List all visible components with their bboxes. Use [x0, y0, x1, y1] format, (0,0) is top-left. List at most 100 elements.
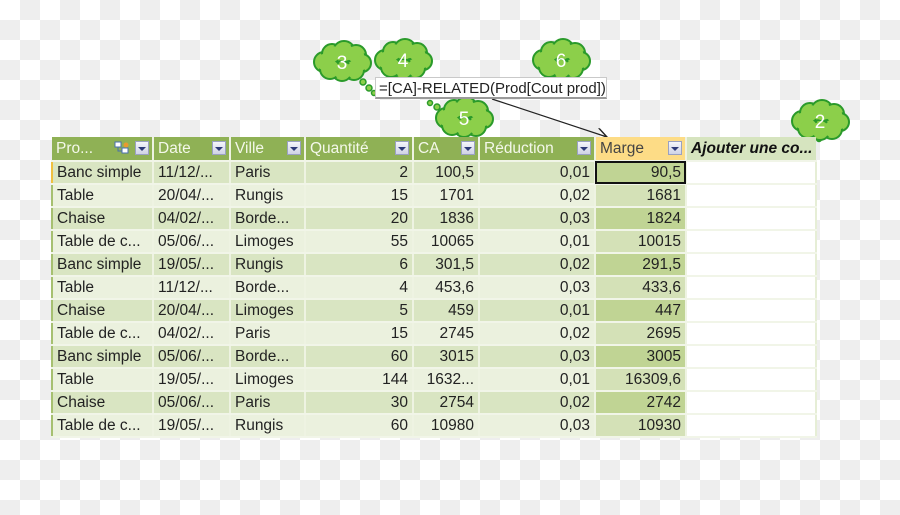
cell-marge[interactable]: 3005 [595, 345, 687, 369]
cell-ville[interactable]: Rungis [230, 184, 306, 208]
cell-ca[interactable]: 459 [413, 299, 480, 323]
cell-date[interactable]: 19/05/... [153, 253, 231, 277]
cell-new-column[interactable] [686, 391, 818, 415]
cell-ca[interactable]: 1632... [413, 368, 480, 392]
cell-reduction[interactable]: 0,01 [479, 230, 596, 254]
cell-reduction[interactable]: 0,03 [479, 414, 596, 438]
cell-date[interactable]: 19/05/... [153, 368, 231, 392]
cell-marge[interactable]: 2695 [595, 322, 687, 346]
cell-new-column[interactable] [686, 207, 818, 231]
add-column-header[interactable]: Ajouter une co... [686, 137, 817, 162]
cell-quantite[interactable]: 15 [305, 322, 414, 346]
cell-ville[interactable]: Borde... [230, 276, 306, 300]
cell-reduction[interactable]: 0,02 [479, 184, 596, 208]
cell-ville[interactable]: Rungis [230, 414, 306, 438]
cell-produit[interactable]: Banc simple [51, 253, 154, 277]
filter-dropdown-icon[interactable] [577, 141, 591, 155]
cell-ville[interactable]: Paris [230, 391, 306, 415]
cell-date[interactable]: 20/04/... [153, 184, 231, 208]
cell-date[interactable]: 04/02/... [153, 207, 231, 231]
cell-produit[interactable]: Table de c... [51, 230, 154, 254]
cell-produit[interactable]: Chaise [51, 207, 154, 231]
cell-new-column[interactable] [686, 161, 818, 185]
cell-produit[interactable]: Table de c... [51, 414, 154, 438]
cell-date[interactable]: 04/02/... [153, 322, 231, 346]
cell-ca[interactable]: 1701 [413, 184, 480, 208]
cell-produit[interactable]: Banc simple [51, 161, 154, 185]
cell-produit[interactable]: Table de c... [51, 322, 154, 346]
cell-quantite[interactable]: 60 [305, 345, 414, 369]
cell-ca[interactable]: 100,5 [413, 161, 480, 185]
column-header-produit[interactable]: Pro... [52, 137, 154, 162]
cell-ca[interactable]: 301,5 [413, 253, 480, 277]
column-header-marge[interactable]: Marge [595, 137, 687, 162]
cell-date[interactable]: 05/06/... [153, 391, 231, 415]
cell-ville[interactable]: Borde... [230, 345, 306, 369]
cell-ville[interactable]: Limoges [230, 299, 306, 323]
cell-reduction[interactable]: 0,03 [479, 207, 596, 231]
cell-reduction[interactable]: 0,02 [479, 391, 596, 415]
filter-dropdown-icon[interactable] [287, 141, 301, 155]
cell-ville[interactable]: Paris [230, 161, 306, 185]
cell-marge[interactable]: 447 [595, 299, 687, 323]
cell-reduction[interactable]: 0,01 [479, 161, 596, 185]
cell-new-column[interactable] [686, 322, 818, 346]
cell-reduction[interactable]: 0,01 [479, 368, 596, 392]
cell-quantite[interactable]: 2 [305, 161, 414, 185]
filter-dropdown-icon[interactable] [135, 141, 149, 155]
cell-quantite[interactable]: 5 [305, 299, 414, 323]
cell-ca[interactable]: 2754 [413, 391, 480, 415]
cell-marge[interactable]: 1681 [595, 184, 687, 208]
filter-dropdown-icon[interactable] [668, 141, 682, 155]
cell-ca[interactable]: 10980 [413, 414, 480, 438]
cell-ca[interactable]: 10065 [413, 230, 480, 254]
cell-date[interactable]: 11/12/... [153, 161, 231, 185]
cell-date[interactable]: 05/06/... [153, 230, 231, 254]
cell-date[interactable]: 11/12/... [153, 276, 231, 300]
cell-new-column[interactable] [686, 414, 818, 438]
column-header-ville[interactable]: Ville [230, 137, 306, 162]
cell-date[interactable]: 19/05/... [153, 414, 231, 438]
cell-produit[interactable]: Banc simple [51, 345, 154, 369]
cell-produit[interactable]: Table [51, 276, 154, 300]
cell-date[interactable]: 05/06/... [153, 345, 231, 369]
column-header-date[interactable]: Date [153, 137, 231, 162]
column-header-reduction[interactable]: Réduction [479, 137, 596, 162]
cell-ca[interactable]: 1836 [413, 207, 480, 231]
cell-quantite[interactable]: 15 [305, 184, 414, 208]
cell-ville[interactable]: Limoges [230, 368, 306, 392]
cell-new-column[interactable] [686, 345, 818, 369]
cell-reduction[interactable]: 0,02 [479, 253, 596, 277]
cell-new-column[interactable] [686, 230, 818, 254]
cell-ca[interactable]: 3015 [413, 345, 480, 369]
filter-dropdown-icon[interactable] [395, 141, 409, 155]
cell-ville[interactable]: Limoges [230, 230, 306, 254]
cell-ca[interactable]: 453,6 [413, 276, 480, 300]
cell-ville[interactable]: Borde... [230, 207, 306, 231]
cell-date[interactable]: 20/04/... [153, 299, 231, 323]
cell-marge[interactable]: 10930 [595, 414, 687, 438]
cell-quantite[interactable]: 144 [305, 368, 414, 392]
cell-marge[interactable]: 1824 [595, 207, 687, 231]
cell-produit[interactable]: Chaise [51, 391, 154, 415]
cell-new-column[interactable] [686, 368, 818, 392]
filter-dropdown-icon[interactable] [461, 141, 475, 155]
column-header-ca[interactable]: CA [413, 137, 480, 162]
cell-quantite[interactable]: 4 [305, 276, 414, 300]
cell-produit[interactable]: Table [51, 368, 154, 392]
cell-quantite[interactable]: 30 [305, 391, 414, 415]
cell-new-column[interactable] [686, 253, 818, 277]
cell-produit[interactable]: Chaise [51, 299, 154, 323]
cell-new-column[interactable] [686, 299, 818, 323]
cell-quantite[interactable]: 20 [305, 207, 414, 231]
cell-marge[interactable]: 433,6 [595, 276, 687, 300]
cell-quantite[interactable]: 55 [305, 230, 414, 254]
filter-dropdown-icon[interactable] [212, 141, 226, 155]
cell-ca[interactable]: 2745 [413, 322, 480, 346]
cell-new-column[interactable] [686, 276, 818, 300]
cell-ville[interactable]: Paris [230, 322, 306, 346]
cell-quantite[interactable]: 6 [305, 253, 414, 277]
cell-reduction[interactable]: 0,02 [479, 322, 596, 346]
cell-reduction[interactable]: 0,01 [479, 299, 596, 323]
cell-quantite[interactable]: 60 [305, 414, 414, 438]
